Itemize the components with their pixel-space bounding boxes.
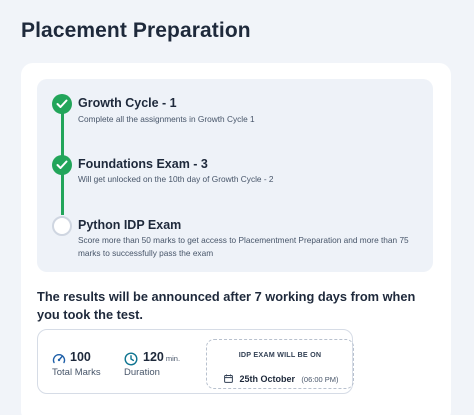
exam-schedule-date-row: 25th October (06:00 PM): [224, 369, 339, 388]
duration-label: Duration: [124, 367, 160, 378]
total-marks-label: Total Marks: [52, 367, 101, 378]
total-marks-value: 100: [70, 350, 91, 364]
exam-date: 25th October: [239, 374, 295, 384]
timeline-connector: [61, 172, 64, 215]
step-title: Foundations Exam - 3: [78, 157, 208, 171]
exam-schedule-box: IDP EXAM WILL BE ON 25th October (06:00 …: [206, 339, 354, 389]
step-description: Score more than 50 marks to get access t…: [78, 235, 409, 258]
duration-unit: min.: [165, 354, 181, 363]
step-title: Growth Cycle - 1: [78, 96, 177, 110]
check-icon: [52, 155, 72, 175]
step-description: Will get unlocked on the 10th day of Gro…: [78, 174, 274, 184]
pending-circle-icon: [52, 216, 72, 236]
calendar-icon: [224, 370, 233, 388]
step-description: Complete all the assignments in Growth C…: [78, 114, 255, 124]
step-title: Python IDP Exam: [78, 218, 182, 232]
results-announcement: The results will be announced after 7 wo…: [37, 289, 416, 322]
page-title: Placement Preparation: [21, 19, 251, 42]
exam-schedule-heading: IDP EXAM WILL BE ON: [238, 350, 322, 359]
timeline-panel: Growth Cycle - 1 Complete all the assign…: [37, 79, 433, 272]
exam-info-box: 100 Total Marks 120 min. Duration IDP EXA…: [37, 329, 354, 394]
placement-card: Growth Cycle - 1 Complete all the assign…: [21, 63, 451, 415]
duration-number: 120: [143, 350, 164, 364]
exam-time: (06:00 PM): [301, 375, 339, 384]
check-icon: [52, 94, 72, 114]
duration-value: 120 min.: [143, 350, 180, 364]
